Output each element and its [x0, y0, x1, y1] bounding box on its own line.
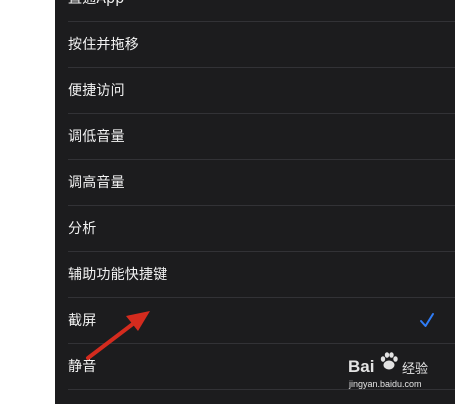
list-item-passthrough-app[interactable]: 直通App	[55, 0, 455, 22]
list-item-reachability[interactable]: 便捷访问	[55, 68, 455, 114]
settings-list-panel: 直通App 按住并拖移 便捷访问 调低音量 调高音量 分析 辅助功能快捷键 截屏…	[55, 0, 455, 404]
list-item-label: 截屏	[68, 313, 97, 329]
list-item-label: 静音	[68, 359, 97, 375]
watermark-logo-text: Bai	[348, 357, 375, 376]
list-item-label: 按住并拖移	[68, 37, 139, 53]
watermark-brand-text: 经验	[402, 362, 429, 377]
list-item-volume-down[interactable]: 调低音量	[55, 114, 455, 160]
list-item-label: 调低音量	[68, 129, 125, 145]
list-item-screenshot[interactable]: 截屏	[55, 298, 455, 344]
list-item-label: 分析	[68, 221, 97, 237]
list-item-label: 直通App	[68, 0, 124, 22]
list-item-label: 辅助功能快捷键	[68, 267, 168, 283]
list-item-accessibility-shortcut[interactable]: 辅助功能快捷键	[55, 252, 455, 298]
baidu-jingyan-watermark: Bai 经验 jingyan.baidu.com	[348, 346, 454, 394]
page-margin	[455, 0, 466, 404]
checkmark-icon	[420, 313, 434, 327]
paw-icon	[380, 352, 398, 370]
list-item-label: 调高音量	[68, 175, 125, 191]
list-item-hold-and-drag[interactable]: 按住并拖移	[55, 22, 455, 68]
list-item-label: 便捷访问	[68, 83, 125, 99]
list-item-volume-up[interactable]: 调高音量	[55, 160, 455, 206]
list-item-analytics[interactable]: 分析	[55, 206, 455, 252]
watermark-url: jingyan.baidu.com	[349, 379, 422, 389]
